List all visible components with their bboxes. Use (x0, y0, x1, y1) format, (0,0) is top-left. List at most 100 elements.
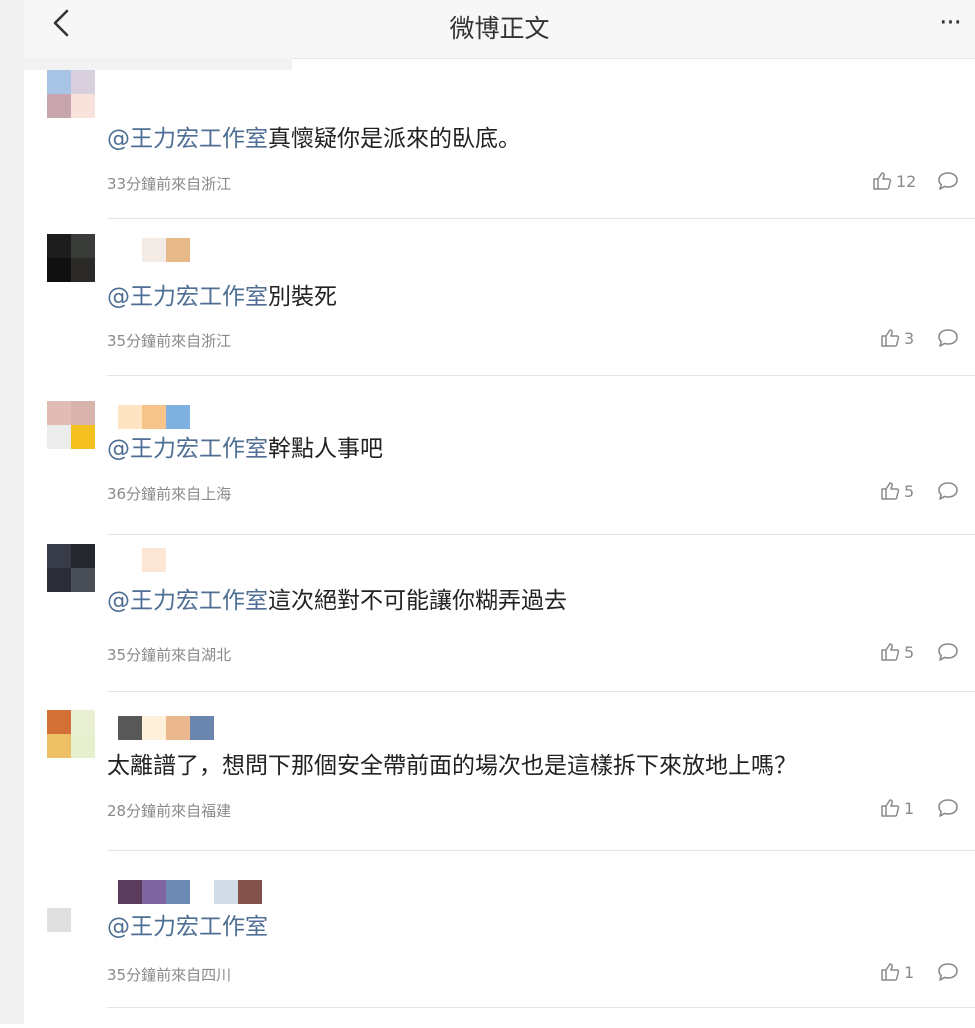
comment-body: 別裝死 (268, 284, 337, 310)
mention-link[interactable]: @王力宏工作室 (107, 914, 268, 940)
username-tile (166, 238, 190, 262)
reply-button[interactable] (937, 642, 959, 662)
mention-link[interactable]: @王力宏工作室 (107, 588, 268, 614)
avatar-tile (71, 425, 95, 449)
like-count: 3 (904, 328, 915, 348)
username-blurred[interactable] (118, 548, 166, 572)
avatar[interactable] (47, 234, 95, 282)
avatar-tile (47, 70, 71, 94)
comment-text: @王力宏工作室幹點人事吧 (107, 434, 383, 464)
avatar-tile (47, 425, 71, 449)
mention-link[interactable]: @王力宏工作室 (107, 126, 268, 152)
avatar-tile (47, 908, 71, 932)
username-blurred[interactable] (118, 880, 262, 904)
comment-body: 這次絕對不可能讓你糊弄過去 (268, 588, 567, 614)
divider (107, 691, 975, 692)
comment-item: @王力宏工作室別裝死 35分鐘前來自浙江 3 (24, 230, 975, 388)
like-button[interactable]: 3 (880, 328, 914, 348)
avatar-tile (71, 734, 95, 758)
avatar-tile (47, 234, 71, 258)
avatar[interactable] (47, 70, 95, 118)
like-button[interactable]: 1 (880, 962, 914, 982)
reply-bubble-icon (938, 963, 958, 981)
avatar-tile (71, 70, 95, 94)
reply-button[interactable] (937, 481, 959, 501)
avatar-tile (47, 544, 71, 568)
like-button[interactable]: 5 (880, 481, 914, 501)
comment-item: @王力宏工作室 35分鐘前來自四川 1 (24, 870, 975, 1028)
reply-button[interactable] (937, 798, 959, 818)
like-thumb-icon (873, 172, 892, 190)
avatar[interactable] (47, 710, 95, 758)
like-thumb-icon (881, 963, 900, 981)
like-count: 1 (904, 798, 915, 818)
like-count: 5 (904, 481, 915, 501)
comment-item: @王力宏工作室真懷疑你是派來的臥底。 33分鐘前來自浙江 12 (24, 66, 975, 224)
username-blurred[interactable] (118, 716, 214, 740)
comment-item: 太離譜了，想問下那個安全帶前面的場次也是這樣拆下來放地上嗎？ 28分鐘前來自福建 1 (24, 706, 975, 864)
avatar[interactable] (47, 401, 95, 449)
more-options-button[interactable]: ··· (933, 8, 967, 38)
avatar-tile (47, 258, 71, 282)
comment-item: @王力宏工作室這次絕對不可能讓你糊弄過去 35分鐘前來自湖北 5 (24, 540, 975, 698)
like-count: 12 (896, 171, 917, 191)
comment-time: 35分鐘前來自四川 (107, 966, 232, 984)
avatar-tile (47, 710, 71, 734)
comment-body: 真懷疑你是派來的臥底。 (268, 126, 521, 152)
comment-time: 36分鐘前來自上海 (107, 485, 232, 503)
avatar-tile (47, 734, 71, 758)
like-thumb-icon (881, 482, 900, 500)
username-tile (190, 716, 214, 740)
avatar[interactable] (47, 908, 71, 932)
username-tile (118, 716, 142, 740)
username-tile (166, 405, 190, 429)
username-tile (238, 880, 262, 904)
avatar-tile (71, 234, 95, 258)
reply-button[interactable] (937, 171, 959, 191)
reply-bubble-icon (938, 643, 958, 661)
username-blurred[interactable] (118, 405, 190, 429)
comment-body: 太離譜了，想問下那個安全帶前面的場次也是這樣拆下來放地上嗎？ (107, 753, 797, 779)
comment-body: 幹點人事吧 (268, 436, 383, 462)
username-tile (118, 548, 142, 572)
comment-time: 33分鐘前來自浙江 (107, 175, 232, 193)
like-button[interactable]: 5 (880, 642, 914, 662)
comment-text: @王力宏工作室真懷疑你是派來的臥底。 (107, 124, 521, 154)
reply-bubble-icon (938, 799, 958, 817)
comment-text: @王力宏工作室別裝死 (107, 282, 337, 312)
username-tile (214, 880, 238, 904)
username-tile (190, 880, 214, 904)
username-tile (142, 405, 166, 429)
top-nav-bar: 微博正文 ··· (24, 0, 975, 59)
page-title: 微博正文 (449, 14, 550, 43)
like-count: 1 (904, 962, 915, 982)
username-blurred[interactable] (118, 238, 190, 262)
reply-bubble-icon (938, 329, 958, 347)
avatar-tile (71, 258, 95, 282)
like-button[interactable]: 12 (872, 171, 916, 191)
mention-link[interactable]: @王力宏工作室 (107, 284, 268, 310)
divider (107, 1007, 975, 1008)
left-margin (0, 0, 24, 1024)
mention-link[interactable]: @王力宏工作室 (107, 436, 268, 462)
divider (107, 850, 975, 851)
reply-button[interactable] (937, 962, 959, 982)
divider (107, 534, 975, 535)
avatar[interactable] (47, 544, 95, 592)
avatar-tile (47, 401, 71, 425)
avatar-tile (47, 568, 71, 592)
username-tile (118, 238, 142, 262)
like-thumb-icon (881, 643, 900, 661)
comment-text: 太離譜了，想問下那個安全帶前面的場次也是這樣拆下來放地上嗎？ (107, 751, 797, 781)
avatar-tile (71, 710, 95, 734)
like-thumb-icon (881, 799, 900, 817)
username-tile (166, 716, 190, 740)
comment-text: @王力宏工作室這次絕對不可能讓你糊弄過去 (107, 586, 567, 616)
reply-button[interactable] (937, 328, 959, 348)
username-tile (142, 548, 166, 572)
like-button[interactable]: 1 (880, 798, 914, 818)
username-tile (142, 238, 166, 262)
comment-text: @王力宏工作室 (107, 912, 268, 942)
like-thumb-icon (881, 329, 900, 347)
avatar-tile (47, 94, 71, 118)
